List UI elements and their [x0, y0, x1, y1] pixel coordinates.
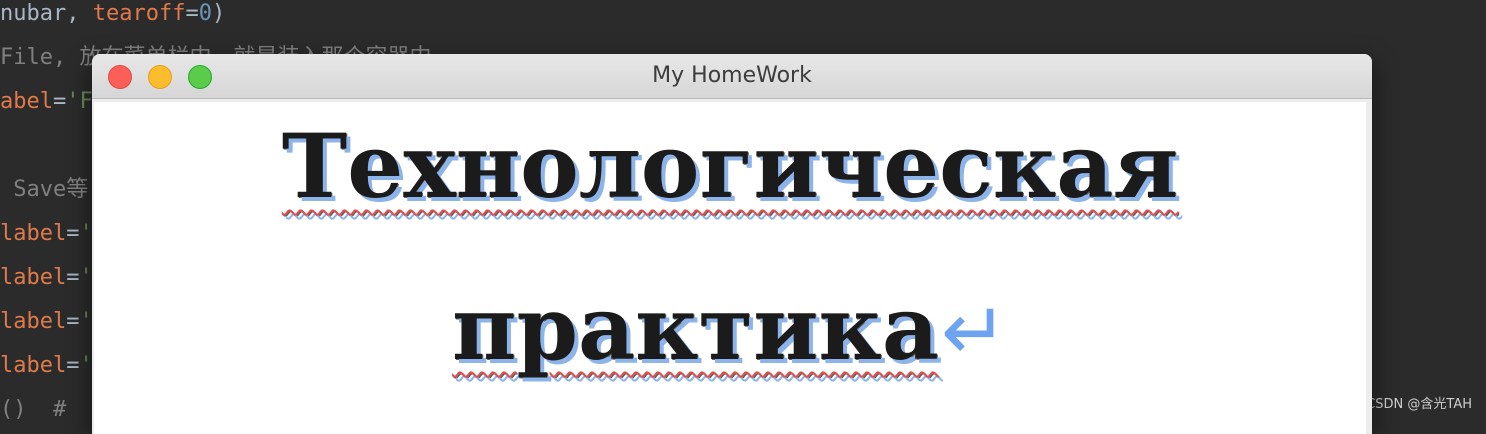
code-token: ': [79, 221, 92, 246]
watermark: CSDN @含光TAH: [1366, 393, 1472, 412]
code-token: =: [53, 89, 66, 114]
code-token: () #: [0, 397, 79, 422]
document-line-1: Технологическая: [94, 116, 1366, 216]
code-token: 0: [199, 1, 212, 26]
code-line: nubar, tearoff=0): [0, 0, 225, 28]
text-content-area[interactable]: Технологическая практика↵: [94, 102, 1366, 434]
code-line: label=': [0, 220, 93, 248]
paragraph-mark-icon: ↵: [941, 285, 1008, 378]
code-token: Save等: [0, 177, 88, 202]
code-token: abel: [0, 89, 53, 114]
code-token: ): [212, 1, 225, 26]
document-line-2: практика↵: [94, 278, 1366, 382]
code-token: label: [0, 221, 66, 246]
window-title: My HomeWork: [92, 54, 1372, 98]
code-token: =: [66, 221, 79, 246]
code-token: =: [66, 353, 79, 378]
code-token: =: [66, 265, 79, 290]
code-line: Save等: [0, 176, 88, 204]
code-token: =: [66, 309, 79, 334]
document-line-1-text: Технологическая: [282, 114, 1179, 218]
code-line: label=': [0, 352, 93, 380]
code-token: nubar,: [0, 1, 93, 26]
code-line: label=': [0, 264, 93, 292]
code-token: label: [0, 309, 66, 334]
code-token: label: [0, 265, 66, 290]
code-token: ': [79, 265, 92, 290]
code-token: ': [79, 309, 92, 334]
code-token: 'F: [66, 89, 93, 114]
document-line-2-text: практика: [452, 276, 939, 380]
code-line: label=': [0, 308, 93, 336]
code-line: () #: [0, 396, 79, 424]
code-token: ': [79, 353, 92, 378]
code-token: tearoff: [93, 1, 186, 26]
code-token: label: [0, 353, 66, 378]
app-window[interactable]: My HomeWork Технологическая практика↵: [92, 54, 1372, 434]
title-bar[interactable]: My HomeWork: [92, 54, 1372, 99]
code-line: abel='F: [0, 88, 93, 116]
code-token: =: [185, 1, 198, 26]
